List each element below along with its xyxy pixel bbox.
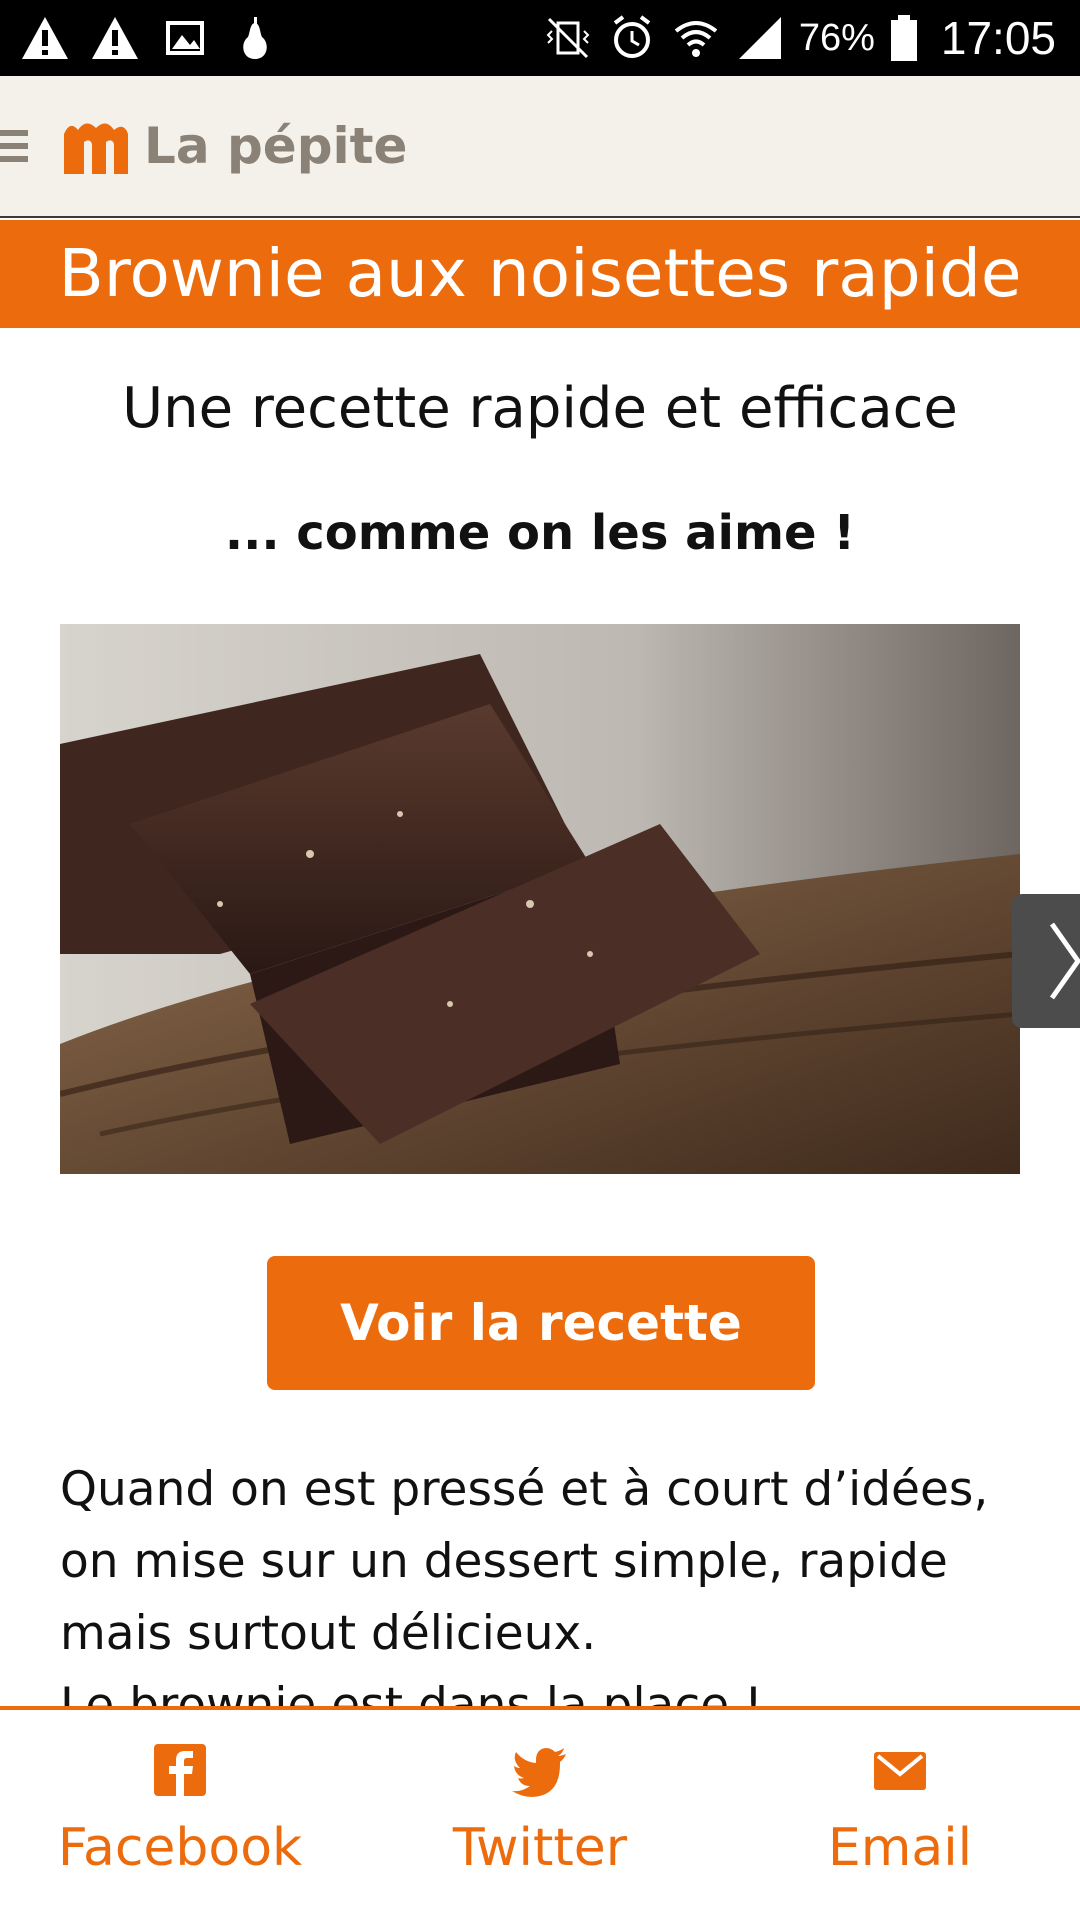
share-twitter-label: Twitter xyxy=(452,1818,628,1878)
recipe-photo xyxy=(60,624,1020,1174)
twitter-icon xyxy=(512,1748,566,1797)
share-facebook-label: Facebook xyxy=(57,1818,303,1878)
article-title-bar: Brownie aux noisettes rapide xyxy=(0,220,1080,328)
article-intro: Quand on est pressé et à court d’idées, … xyxy=(60,1454,1040,1742)
vibrate-icon xyxy=(546,17,590,59)
app-header: La pépite xyxy=(0,76,1080,218)
article-title: Brownie aux noisettes rapide xyxy=(58,235,1022,312)
battery-percent: 76% xyxy=(798,16,875,59)
alarm-icon xyxy=(613,15,651,58)
menu-icon[interactable] xyxy=(0,126,30,166)
pear-icon xyxy=(243,17,267,59)
clock: 17:05 xyxy=(940,12,1056,64)
battery-icon xyxy=(890,15,917,61)
intro-paragraph: Quand on est pressé et à court d’idées, … xyxy=(60,1462,989,1661)
article-tagline: ... comme on les aime ! xyxy=(224,505,856,561)
share-email-label: Email xyxy=(827,1818,973,1878)
chevron-right-icon xyxy=(1049,922,1080,1000)
share-twitter[interactable]: Twitter xyxy=(360,1740,720,1910)
marmiton-logo-icon[interactable] xyxy=(60,116,132,176)
brand-title[interactable]: La pépite xyxy=(144,116,407,176)
image-icon xyxy=(166,21,204,55)
share-bar: Facebook Twitter Email xyxy=(0,1706,1080,1920)
signal-icon xyxy=(738,17,781,59)
warning-icon xyxy=(22,17,68,59)
next-slide-button[interactable] xyxy=(1012,894,1080,1028)
view-recipe-button[interactable]: Voir la recette xyxy=(267,1256,815,1390)
share-email[interactable]: Email xyxy=(720,1740,1080,1910)
article-subtitle: Une recette rapide et efficace xyxy=(122,376,958,441)
wifi-icon xyxy=(674,21,718,57)
email-icon xyxy=(874,1752,926,1790)
warning-icon xyxy=(92,17,138,59)
status-bar: 76% 17:05 xyxy=(0,0,1080,76)
facebook-icon xyxy=(154,1744,206,1796)
share-facebook[interactable]: Facebook xyxy=(0,1740,360,1910)
